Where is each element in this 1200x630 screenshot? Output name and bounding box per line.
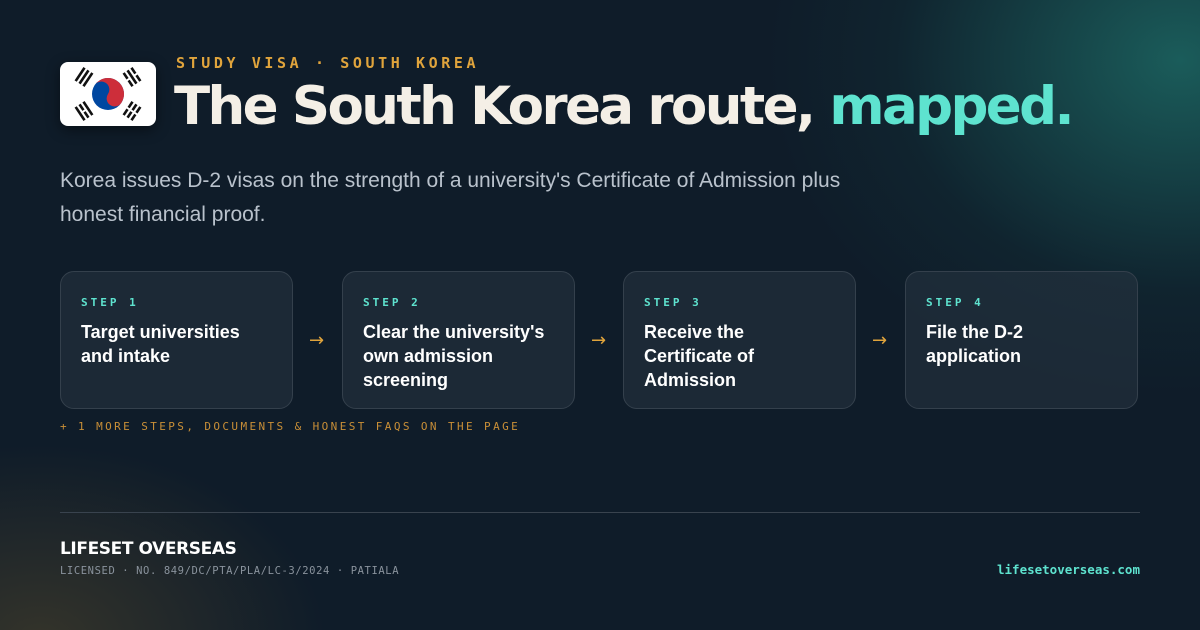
footer-divider <box>60 512 1140 513</box>
step-label: STEP 2 <box>363 296 421 309</box>
subtitle: Korea issues D-2 visas on the strength o… <box>60 169 841 226</box>
step-card-3: STEP 3 Receive the Certificate of Admiss… <box>623 271 856 409</box>
arrow-right-icon: → <box>591 330 607 351</box>
title-accent: mapped. <box>829 76 1074 137</box>
eyebrow-label: STUDY VISA · SOUTH KOREA <box>176 54 480 72</box>
arrow-right-icon: → <box>309 330 325 351</box>
brand-name: LIFESET OVERSEAS <box>60 539 237 559</box>
step-text: Clear the university's own admission scr… <box>363 322 545 390</box>
step-card-2: STEP 2 Clear the university's own admiss… <box>342 271 575 409</box>
website-link[interactable]: lifesetoverseas.com <box>997 562 1140 577</box>
step-card-1: STEP 1 Target universities and intake <box>60 271 293 409</box>
step-card-4: STEP 4 File the D-2 application <box>905 271 1138 409</box>
more-steps-note: + 1 MORE STEPS, DOCUMENTS & HONEST FAQS … <box>60 420 521 433</box>
step-label: STEP 1 <box>81 296 139 309</box>
title-main: The South Korea route, <box>174 76 816 137</box>
step-label: STEP 4 <box>926 296 984 309</box>
arrow-right-icon: → <box>872 330 888 351</box>
page-title: The South Korea route, mapped. <box>174 76 1075 137</box>
step-text: File the D-2 application <box>926 322 1024 366</box>
step-label: STEP 3 <box>644 296 702 309</box>
step-text: Target universities and intake <box>81 322 240 366</box>
step-text: Receive the Certificate of Admission <box>644 322 755 390</box>
south-korea-flag-icon <box>60 62 156 126</box>
license-text: LICENSED · NO. 849/DC/PTA/PLA/LC-3/2024 … <box>60 565 400 577</box>
